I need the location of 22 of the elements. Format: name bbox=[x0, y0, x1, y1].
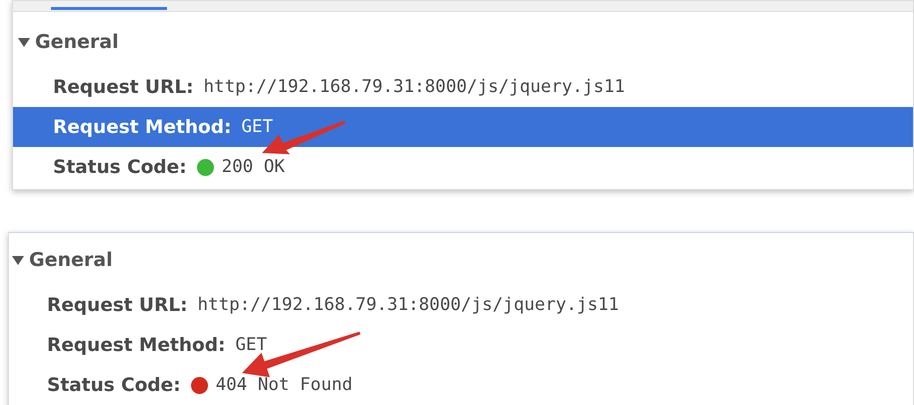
header-row[interactable]: Request Method: GET bbox=[9, 325, 913, 365]
field-label: Status Code: bbox=[47, 374, 181, 396]
header-row[interactable]: Status Code: 200 OK bbox=[13, 147, 913, 187]
field-label: Request URL: bbox=[47, 294, 188, 316]
header-row[interactable]: Request Method: GET bbox=[13, 107, 913, 147]
section-title: General bbox=[35, 31, 119, 53]
field-value: GET bbox=[241, 117, 273, 137]
field-value: 404 Not Found bbox=[216, 375, 353, 395]
header-row[interactable]: Request URL: http://192.168.79.31:8000/js/jquery.js11 bbox=[13, 67, 913, 107]
header-row[interactable]: Request URL: http://192.168.79.31:8000/js/jquery.js11 bbox=[9, 285, 913, 325]
field-value: 200 OK bbox=[222, 157, 285, 177]
section-title: General bbox=[29, 249, 113, 271]
field-label: Request Method: bbox=[47, 334, 226, 356]
field-label: Request URL: bbox=[53, 76, 194, 98]
field-label: Request Method: bbox=[53, 116, 232, 138]
field-value: http://192.168.79.31:8000/js/jquery.js11 bbox=[198, 295, 619, 315]
field-value: http://192.168.79.31:8000/js/jquery.js11 bbox=[204, 77, 625, 97]
section-header[interactable]: General bbox=[13, 22, 913, 62]
header-row[interactable]: Status Code: 404 Not Found bbox=[9, 365, 913, 405]
section-header[interactable]: General bbox=[9, 240, 913, 280]
field-value: GET bbox=[235, 335, 267, 355]
field-label: Status Code: bbox=[53, 156, 187, 178]
